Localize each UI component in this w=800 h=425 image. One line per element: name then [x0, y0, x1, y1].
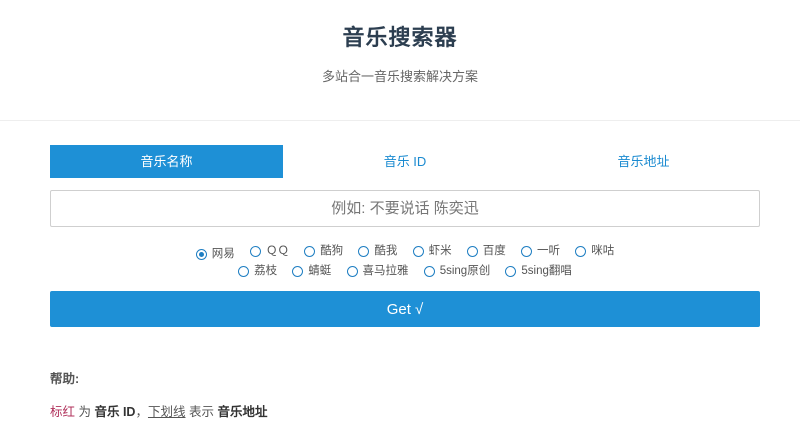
- source-label: ＱＱ: [265, 245, 289, 257]
- help-red-sample: 标红: [50, 405, 76, 419]
- search-input[interactable]: [50, 190, 760, 227]
- page-header: 音乐搜索器 多站合一音乐搜索解决方案: [0, 0, 800, 121]
- help-text-part: 表示: [185, 405, 218, 419]
- search-panel: 音乐名称 音乐 ID 音乐地址 网易 ＱＱ 酷狗 酷我: [50, 145, 760, 327]
- page-title: 音乐搜索器: [342, 25, 458, 50]
- source-option-qq[interactable]: ＱＱ: [249, 241, 289, 261]
- source-option-xiami[interactable]: 虾米: [412, 241, 452, 261]
- source-label: 虾米: [428, 245, 452, 257]
- source-option-kugou[interactable]: 酷狗: [304, 241, 343, 261]
- source-option-ximalaya[interactable]: 喜马拉雅: [346, 261, 409, 281]
- source-option-baidu[interactable]: 百度: [466, 241, 506, 261]
- radio-icon: [575, 245, 587, 257]
- tab-music-name[interactable]: 音乐名称: [50, 145, 283, 178]
- source-option-5sing-cover[interactable]: 5sing翻唱: [505, 261, 572, 281]
- help-section: 帮助:: [50, 368, 79, 387]
- get-button[interactable]: Get √: [50, 291, 760, 327]
- help-underline-sample: 下划线: [147, 405, 186, 419]
- radio-icon: [423, 265, 435, 277]
- radio-checked-icon: [195, 248, 207, 260]
- radio-icon: [466, 245, 478, 257]
- radio-icon: [238, 265, 250, 277]
- radio-icon: [521, 245, 532, 257]
- source-label: 蜻蜓: [308, 265, 332, 277]
- radio-icon: [346, 265, 358, 277]
- source-option-netease[interactable]: 网易: [195, 244, 235, 264]
- help-music-id: 音乐 ID: [94, 405, 136, 419]
- radio-icon: [505, 265, 517, 277]
- source-option-qingting[interactable]: 蜻蜓: [292, 261, 331, 281]
- source-label: 酷我: [374, 245, 398, 257]
- source-option-yiting[interactable]: 一听: [521, 241, 560, 261]
- source-option-migu[interactable]: 咪咕: [575, 241, 614, 261]
- radio-icon: [358, 245, 370, 257]
- source-row-2: 荔枝 蜻蜓 喜马拉雅 5sing原创 5sing翻唱: [50, 261, 760, 281]
- radio-icon: [292, 265, 304, 277]
- help-title: 帮助:: [50, 372, 80, 386]
- source-label: 一听: [537, 245, 560, 257]
- radio-icon: [304, 245, 316, 257]
- tab-music-id[interactable]: 音乐 ID: [283, 145, 527, 178]
- source-option-lizhi[interactable]: 荔枝: [238, 261, 277, 281]
- tab-music-url[interactable]: 音乐地址: [527, 145, 760, 178]
- source-label: 5sing原创: [439, 265, 491, 277]
- source-radio-group: 网易 ＱＱ 酷狗 酷我 虾米 百度 一听 咪咕 荔枝 蜻蜓 喜马拉雅 5sing…: [50, 241, 760, 281]
- source-label: 百度: [482, 245, 506, 257]
- help-text-part: 为: [75, 405, 95, 419]
- help-music-url: 音乐地址: [217, 405, 268, 419]
- source-label: 荔枝: [254, 265, 278, 277]
- help-text-part: ，: [135, 405, 148, 419]
- source-label: 酷狗: [320, 245, 344, 257]
- search-mode-tabs: 音乐名称 音乐 ID 音乐地址: [50, 145, 760, 178]
- source-label: 咪咕: [591, 245, 615, 257]
- source-option-5sing-original[interactable]: 5sing原创: [423, 261, 491, 281]
- radio-icon: [249, 245, 261, 257]
- source-label: 喜马拉雅: [362, 265, 409, 277]
- help-text: 标红 为 音乐 ID，下划线 表示 音乐地址: [50, 401, 267, 420]
- page-subtitle: 多站合一音乐搜索解决方案: [321, 69, 478, 84]
- source-label: 5sing翻唱: [521, 265, 572, 277]
- radio-icon: [412, 245, 424, 257]
- source-option-kuwo[interactable]: 酷我: [358, 241, 397, 261]
- source-row-1: 网易 ＱＱ 酷狗 酷我 虾米 百度 一听 咪咕: [50, 241, 760, 261]
